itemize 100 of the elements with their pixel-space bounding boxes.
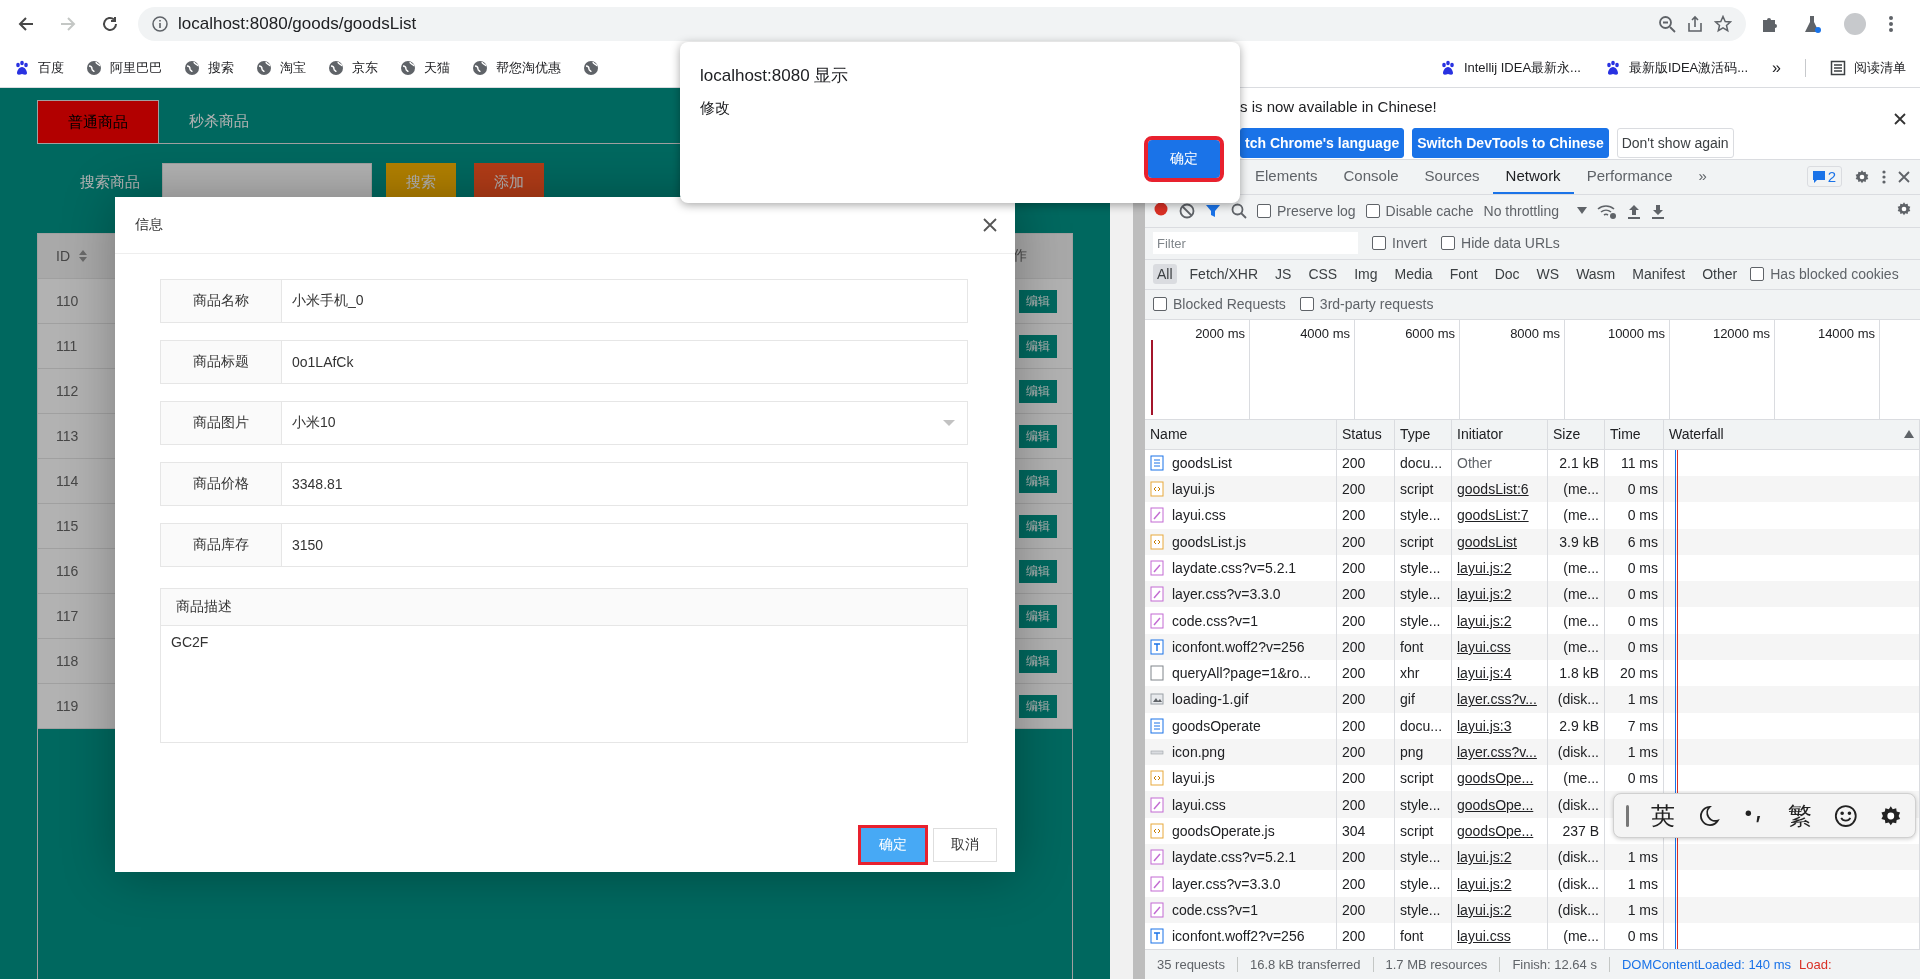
more-tabs[interactable]: »: [1685, 159, 1720, 194]
panel-tab[interactable]: Elements: [1242, 159, 1331, 194]
initiator-link[interactable]: layui.js:2: [1457, 559, 1512, 576]
initiator-link[interactable]: goodsList:6: [1457, 481, 1529, 498]
type-filter[interactable]: Font: [1445, 264, 1482, 285]
bookmark[interactable]: 搜索: [184, 58, 234, 77]
close-icon[interactable]: [983, 218, 997, 232]
column-header[interactable]: Type: [1395, 419, 1452, 449]
checkbox[interactable]: [1441, 236, 1455, 251]
issues-badge[interactable]: 2: [1806, 166, 1842, 188]
type-filter[interactable]: All: [1153, 264, 1177, 285]
initiator-link[interactable]: layui.css: [1457, 928, 1511, 945]
panel-tab[interactable]: Sources: [1411, 159, 1493, 194]
back-icon[interactable]: [17, 15, 35, 33]
column-header[interactable]: Initiator: [1452, 419, 1548, 449]
close-icon[interactable]: [1894, 113, 1906, 125]
panel-tab[interactable]: Network: [1492, 159, 1574, 194]
request-name[interactable]: goodsOperate: [1172, 717, 1261, 734]
request-name[interactable]: iconfont.woff2?v=256: [1172, 928, 1305, 945]
infobar-button[interactable]: Switch DevTools to Chinese: [1412, 128, 1609, 158]
checkbox[interactable]: [1299, 297, 1314, 312]
request-name[interactable]: layer.css?v=3.3.0: [1172, 586, 1281, 603]
cancel-button[interactable]: 取消: [933, 828, 997, 862]
infobar-button[interactable]: tch Chrome's language: [1240, 128, 1405, 158]
column-header[interactable]: Size: [1548, 419, 1605, 449]
ime-mode-toggle[interactable]: 繁: [1787, 799, 1812, 832]
type-filter[interactable]: WS: [1532, 264, 1564, 285]
initiator-link[interactable]: goodsList:7: [1457, 507, 1529, 524]
initiator-link[interactable]: layui.css: [1457, 638, 1511, 655]
request-name[interactable]: layer.css?v=3.3.0: [1172, 875, 1281, 892]
star-icon[interactable]: [1714, 15, 1732, 33]
bookmark[interactable]: 天猫: [400, 58, 450, 77]
initiator-link[interactable]: layui.js:3: [1457, 717, 1512, 734]
menu-icon[interactable]: [1888, 14, 1894, 34]
request-name[interactable]: goodsOperate.js: [1172, 822, 1275, 839]
request-name[interactable]: layui.css: [1172, 507, 1226, 524]
clear-icon[interactable]: [1179, 202, 1195, 219]
checkbox[interactable]: [1257, 203, 1271, 218]
bookmark[interactable]: 京东: [328, 58, 378, 77]
request-name[interactable]: layui.css: [1172, 796, 1226, 813]
column-header[interactable]: Status: [1337, 419, 1395, 449]
bookmark[interactable]: Intellij IDEA最新永...: [1439, 58, 1581, 77]
request-name[interactable]: code.css?v=1: [1172, 612, 1258, 629]
checkbox[interactable]: [1153, 297, 1167, 312]
address-bar[interactable]: localhost:8080/goods/goodsList: [138, 7, 1746, 41]
ime-mode-toggle[interactable]: 英: [1650, 799, 1675, 832]
import-icon[interactable]: [1627, 202, 1641, 219]
zoom-out-icon[interactable]: [1658, 15, 1676, 33]
reading-list[interactable]: 阅读清单: [1830, 58, 1906, 77]
request-name[interactable]: layui.js: [1172, 481, 1215, 498]
initiator-link[interactable]: layui.js:2: [1457, 612, 1512, 629]
smiley-icon[interactable]: [1833, 802, 1858, 829]
request-name[interactable]: goodsList.js: [1172, 533, 1246, 550]
settings-icon[interactable]: [1896, 201, 1912, 218]
column-header[interactable]: ID: [56, 248, 70, 264]
infobar-button[interactable]: Don't show again: [1616, 128, 1734, 158]
type-filter[interactable]: CSS: [1304, 264, 1342, 285]
column-header[interactable]: Waterfall: [1664, 419, 1920, 449]
initiator-link[interactable]: goodsOpe...: [1457, 822, 1534, 839]
request-name[interactable]: laydate.css?v=5.2.1: [1172, 849, 1297, 866]
record-icon[interactable]: [1153, 201, 1169, 218]
initiator-link[interactable]: layui.js:2: [1457, 901, 1512, 918]
request-name[interactable]: code.css?v=1: [1172, 901, 1258, 918]
type-filter[interactable]: Manifest: [1628, 264, 1690, 285]
request-name[interactable]: goodsList: [1172, 454, 1232, 471]
initiator-link[interactable]: layer.css?v...: [1457, 691, 1537, 708]
initiator-link[interactable]: layer.css?v...: [1457, 744, 1537, 761]
bookmark[interactable]: 阿里巴巴: [86, 58, 162, 77]
filter-field[interactable]: Filter: [1153, 232, 1358, 255]
panel-tab[interactable]: Performance: [1573, 159, 1686, 194]
request-name[interactable]: icon.png: [1172, 744, 1225, 761]
type-filter[interactable]: Wasm: [1572, 264, 1620, 285]
text-area[interactable]: GC2F: [161, 626, 967, 742]
type-filter[interactable]: JS: [1271, 264, 1296, 285]
checkbox[interactable]: [1365, 203, 1380, 218]
type-filter[interactable]: Media: [1390, 264, 1437, 285]
bookmark[interactable]: [583, 59, 599, 76]
search-icon[interactable]: [1231, 202, 1247, 219]
sort-icon[interactable]: [1904, 430, 1914, 439]
bookmark[interactable]: 帮您淘优惠: [472, 58, 561, 77]
more-icon[interactable]: [1882, 168, 1886, 185]
reload-icon[interactable]: [101, 15, 119, 33]
export-icon[interactable]: [1651, 202, 1665, 219]
throttling-dropdown[interactable]: No throttling: [1483, 202, 1587, 219]
checkbox[interactable]: [1750, 267, 1765, 282]
initiator-link[interactable]: layui.js:2: [1457, 875, 1512, 892]
bookmark[interactable]: 最新版IDEA激活码...: [1604, 58, 1749, 77]
request-name[interactable]: queryAll?page=1&ro...: [1172, 665, 1311, 682]
filter-icon[interactable]: [1205, 202, 1221, 219]
initiator-link[interactable]: layui.js:2: [1457, 849, 1512, 866]
initiator-link[interactable]: goodsList: [1457, 533, 1517, 550]
column-header[interactable]: Time: [1605, 419, 1664, 449]
type-filter[interactable]: Img: [1350, 264, 1382, 285]
request-name[interactable]: laydate.css?v=5.2.1: [1172, 559, 1297, 576]
bookmarks-overflow[interactable]: »: [1772, 58, 1781, 77]
bookmark[interactable]: 百度: [14, 58, 64, 77]
type-filter[interactable]: Fetch/XHR: [1185, 264, 1263, 285]
close-icon[interactable]: [1898, 170, 1910, 183]
type-filter[interactable]: Other: [1698, 264, 1742, 285]
initiator-link[interactable]: goodsOpe...: [1457, 770, 1534, 787]
